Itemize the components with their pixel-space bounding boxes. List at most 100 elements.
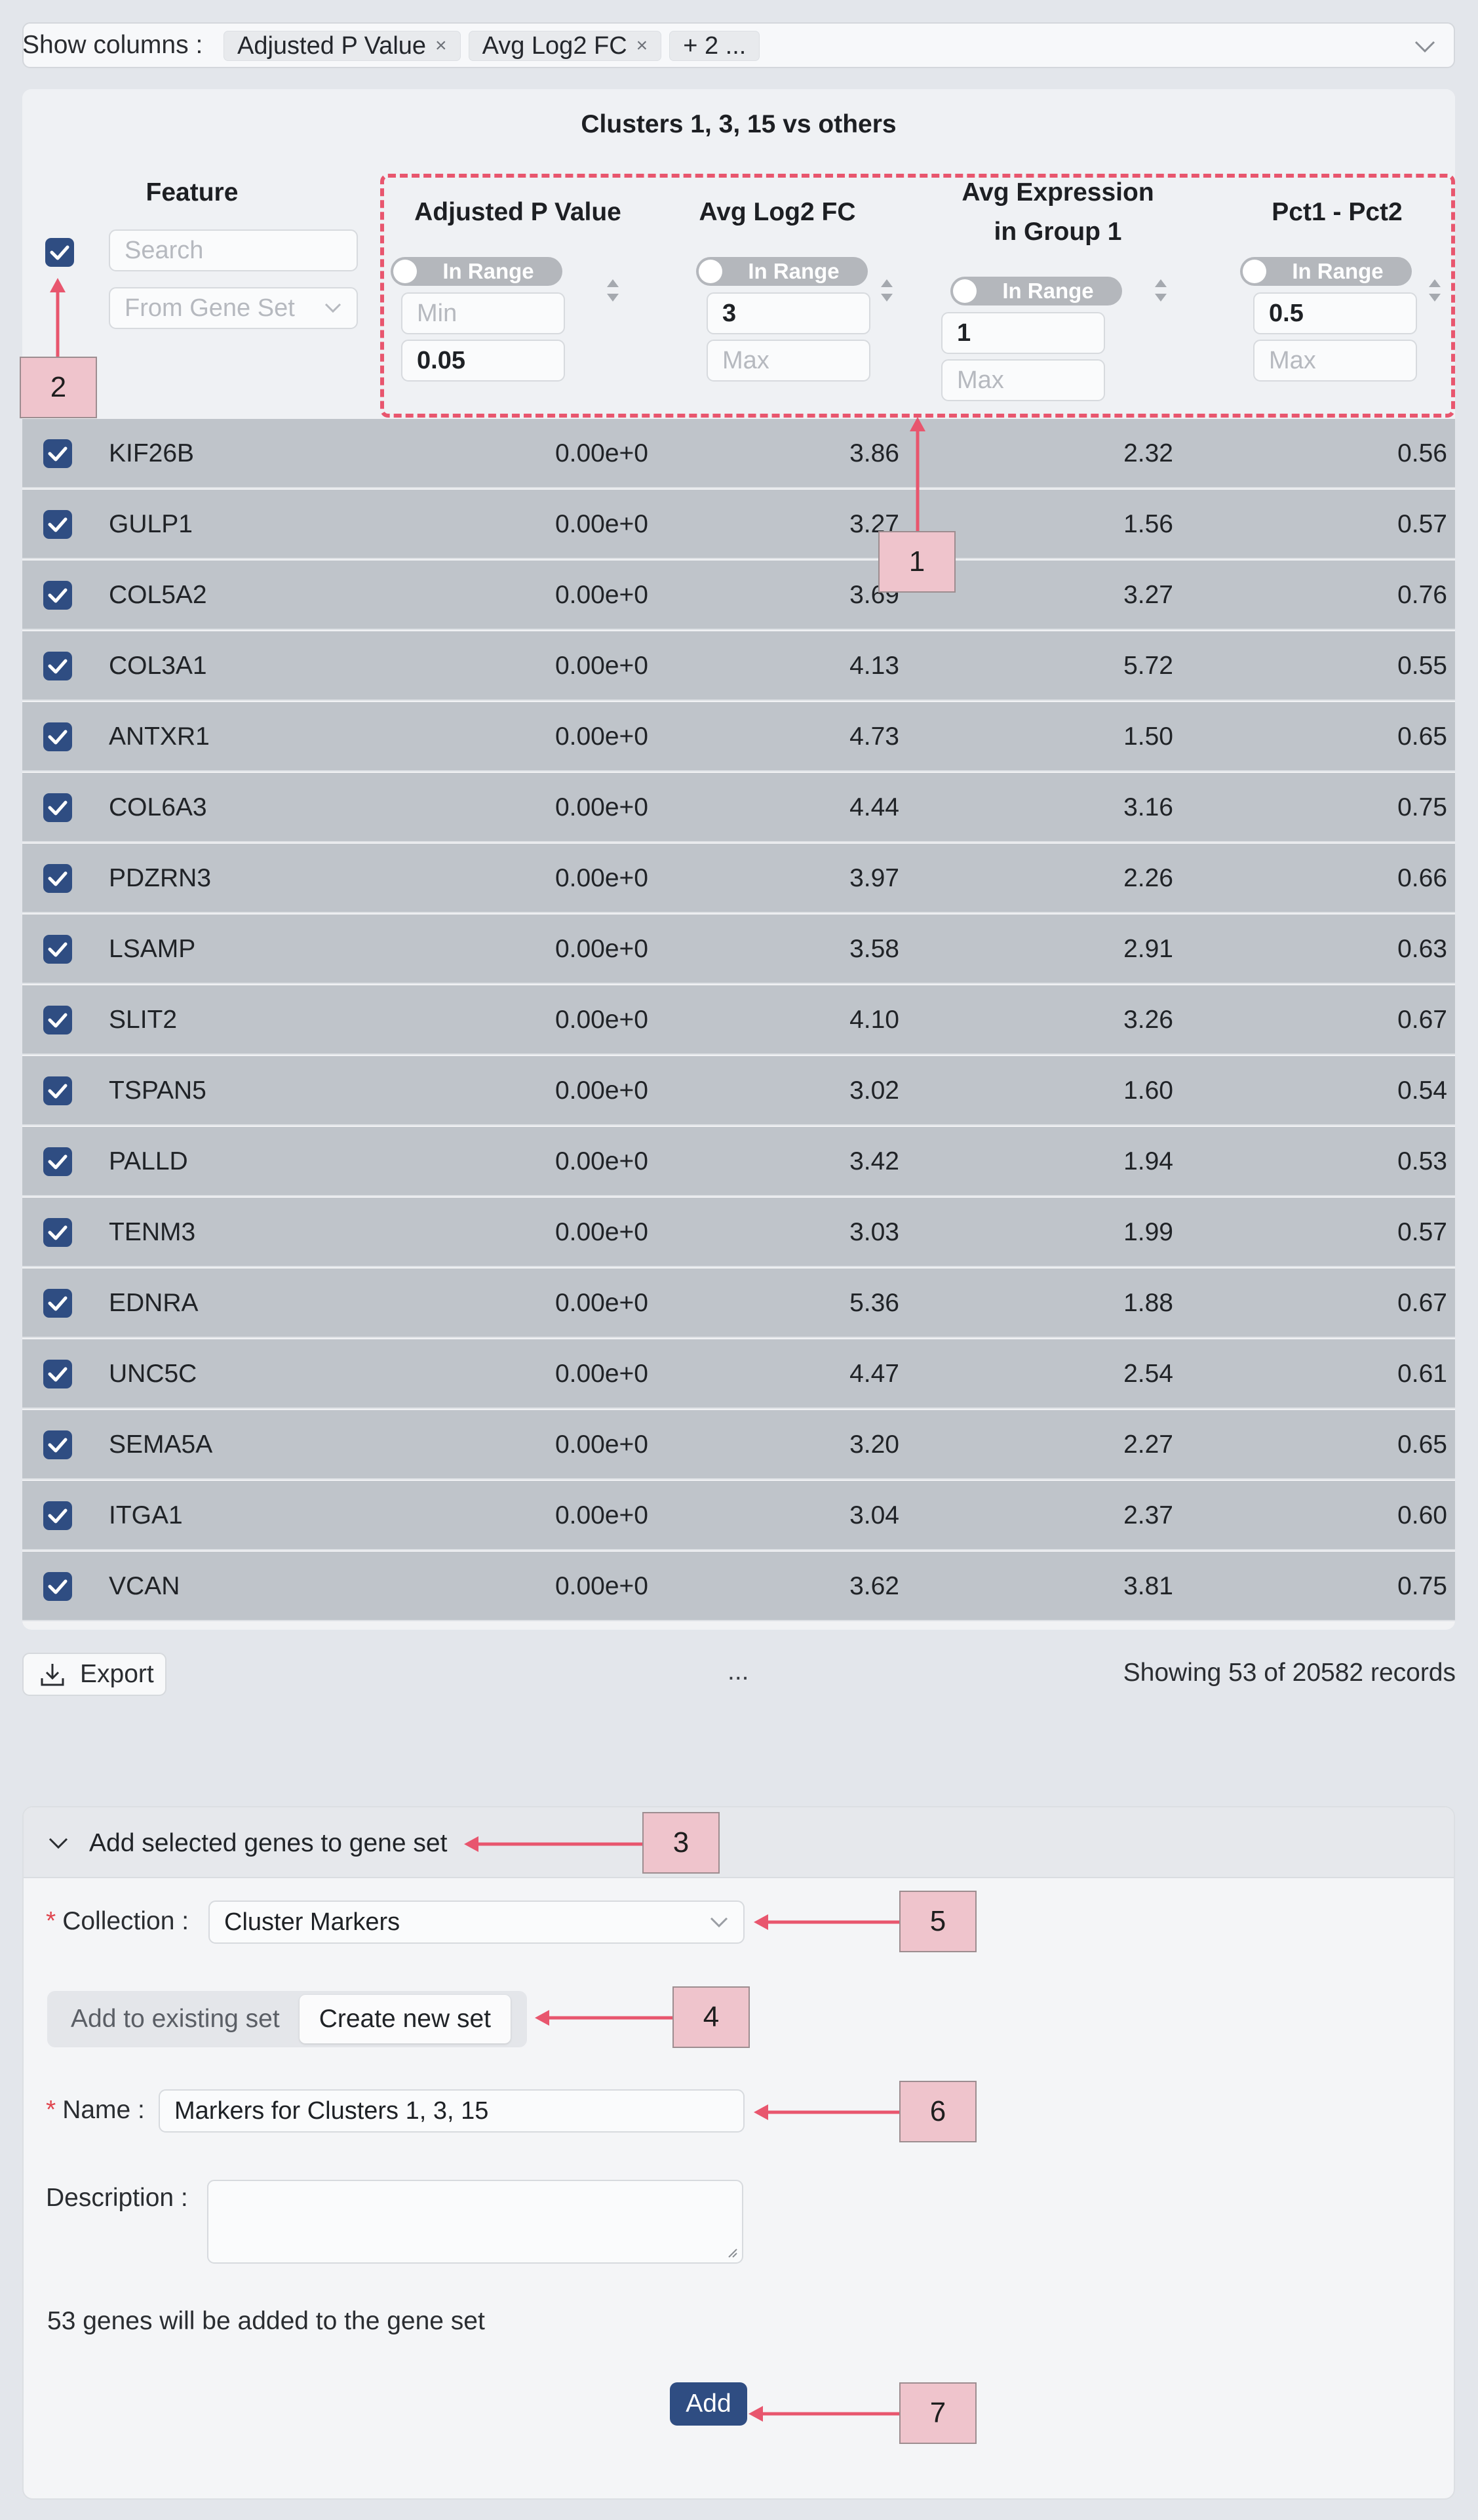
name-input[interactable]: Markers for Clusters 1, 3, 15 [159,2089,745,2133]
feature-cell: LSAMP [109,935,196,963]
table-row[interactable]: COL3A1 0.00e+0 4.13 5.72 0.55 [22,631,1455,701]
table-row[interactable]: ANTXR1 0.00e+0 4.73 1.50 0.65 [22,702,1455,772]
add-button[interactable]: Add [670,2382,747,2426]
adj-p-min-input[interactable]: Min [401,292,565,334]
column-tag-adjusted-p[interactable]: Adjusted P Value × [224,31,461,61]
row-checkbox[interactable] [43,580,73,610]
table-row[interactable]: TENM3 0.00e+0 3.03 1.99 0.57 [22,1198,1455,1267]
row-checkbox[interactable] [43,1359,73,1389]
close-icon[interactable]: × [636,35,648,57]
avg-expr-range-toggle[interactable]: In Range [950,277,1122,305]
toggle-label: In Range [442,259,534,283]
table-row[interactable]: PALLD 0.00e+0 3.42 1.94 0.53 [22,1127,1455,1196]
log2fc-max-input[interactable]: Max [707,340,870,382]
pct-column-title: Pct1 - Pct2 [1272,198,1403,226]
adj-p-range-toggle[interactable]: In Range [391,257,562,286]
log2fc-cell: 3.27 [849,510,899,538]
feature-search-input[interactable]: Search [109,229,358,271]
row-checkbox[interactable] [43,1288,73,1318]
pct-range-toggle[interactable]: In Range [1240,257,1412,286]
column-tag-log2fc[interactable]: Avg Log2 FC × [468,31,662,61]
pagination-ellipsis[interactable]: ... [728,1657,749,1686]
log2fc-cell: 5.36 [849,1289,899,1317]
row-checkbox[interactable] [43,1076,73,1106]
table-row[interactable]: VCAN 0.00e+0 3.62 3.81 0.75 [22,1552,1455,1621]
row-checkbox[interactable] [43,722,73,752]
adj-p-cell: 0.00e+0 [554,581,648,609]
log2fc-cell: 4.10 [849,1006,899,1034]
gene-set-panel-header[interactable]: Add selected genes to gene set [24,1807,1454,1878]
table-row[interactable]: GULP1 0.00e+0 3.27 1.56 0.57 [22,490,1455,559]
collection-label: * Collection : [46,1907,189,1936]
export-button[interactable]: Export [22,1653,166,1696]
table-row[interactable]: COL5A2 0.00e+0 3.69 3.27 0.76 [22,561,1455,630]
row-checkbox[interactable] [43,1430,73,1460]
chevron-down-icon[interactable] [47,1834,69,1853]
add-to-existing-set-option[interactable]: Add to existing set [51,1995,300,2043]
row-checkbox[interactable] [43,934,73,964]
avg-expr-cell: 1.50 [1123,722,1173,751]
sort-icon[interactable] [1426,275,1443,305]
table-row[interactable]: UNC5C 0.00e+0 4.47 2.54 0.61 [22,1339,1455,1409]
sort-icon[interactable] [604,275,621,305]
feature-cell: ITGA1 [109,1501,183,1529]
pct-max-input[interactable]: Max [1253,340,1417,382]
avg-expr-cell: 1.88 [1123,1289,1173,1317]
row-checkbox[interactable] [43,1571,73,1602]
log2fc-cell: 4.44 [849,793,899,821]
sort-icon[interactable] [878,275,895,305]
close-icon[interactable]: × [435,35,447,57]
adj-p-max-input[interactable]: 0.05 [401,340,565,382]
annotation-callout-2: 2 [20,357,97,418]
pct-min-input[interactable]: 0.5 [1253,292,1417,334]
feature-cell: EDNRA [109,1289,199,1317]
chevron-down-icon[interactable] [1413,33,1437,59]
log2fc-cell: 3.97 [849,864,899,892]
table-row[interactable]: PDZRN3 0.00e+0 3.97 2.26 0.66 [22,844,1455,913]
column-tag-more[interactable]: + 2 ... [669,31,760,61]
log2fc-range-toggle[interactable]: In Range [696,257,868,286]
table-row[interactable]: SLIT2 0.00e+0 4.10 3.26 0.67 [22,985,1455,1055]
column-picker[interactable]: Show columns : Adjusted P Value × Avg Lo… [22,22,1455,68]
create-new-set-option[interactable]: Create new set [299,1995,511,2043]
avg-expr-min-input[interactable]: 1 [941,312,1105,354]
select-all-checkbox[interactable] [45,237,75,267]
row-checkbox[interactable] [43,651,73,681]
results-table: Clusters 1, 3, 15 vs others Feature Sear… [22,89,1455,1630]
table-row[interactable]: TSPAN5 0.00e+0 3.02 1.60 0.54 [22,1056,1455,1126]
table-row[interactable]: ITGA1 0.00e+0 3.04 2.37 0.60 [22,1481,1455,1550]
gene-set-select[interactable]: From Gene Set [109,287,358,329]
toggle-label: In Range [748,259,840,283]
row-checkbox[interactable] [43,509,73,540]
row-checkbox[interactable] [43,1501,73,1531]
feature-cell: COL3A1 [109,652,207,680]
required-marker: * [46,2096,56,2124]
name-label: * Name : [46,2096,145,2125]
app-root: Show columns : Adjusted P Value × Avg Lo… [0,0,1478,2520]
sort-icon[interactable] [1152,275,1169,305]
table-row[interactable]: LSAMP 0.00e+0 3.58 2.91 0.63 [22,915,1455,984]
table-row[interactable]: KIF26B 0.00e+0 3.86 2.32 0.56 [22,419,1455,488]
pct-cell: 0.60 [1397,1501,1447,1529]
avg-expr-column-title: Avg Expression in Group 1 [927,173,1189,252]
description-textarea[interactable] [207,2180,743,2264]
table-row[interactable]: EDNRA 0.00e+0 5.36 1.88 0.67 [22,1269,1455,1338]
row-checkbox[interactable] [43,1005,73,1035]
chevron-down-icon [710,1917,728,1928]
log2fc-min-input[interactable]: 3 [707,292,870,334]
row-checkbox[interactable] [43,793,73,823]
table-row[interactable]: SEMA5A 0.00e+0 3.20 2.27 0.65 [22,1410,1455,1480]
row-checkbox[interactable] [43,439,73,469]
row-checkbox[interactable] [43,863,73,894]
resize-grip-icon[interactable] [725,2245,738,2258]
annotation-callout-5: 5 [899,1891,977,1952]
feature-column-title: Feature [146,178,239,207]
row-checkbox[interactable] [43,1217,73,1248]
log2fc-cell: 4.73 [849,722,899,751]
table-row[interactable]: COL6A3 0.00e+0 4.44 3.16 0.75 [22,773,1455,842]
row-checkbox[interactable] [43,1147,73,1177]
avg-expr-max-input[interactable]: Max [941,359,1105,401]
avg-expr-cell: 2.37 [1123,1501,1173,1529]
log2fc-cell: 4.13 [849,652,899,680]
collection-select[interactable]: Cluster Markers [208,1900,745,1944]
